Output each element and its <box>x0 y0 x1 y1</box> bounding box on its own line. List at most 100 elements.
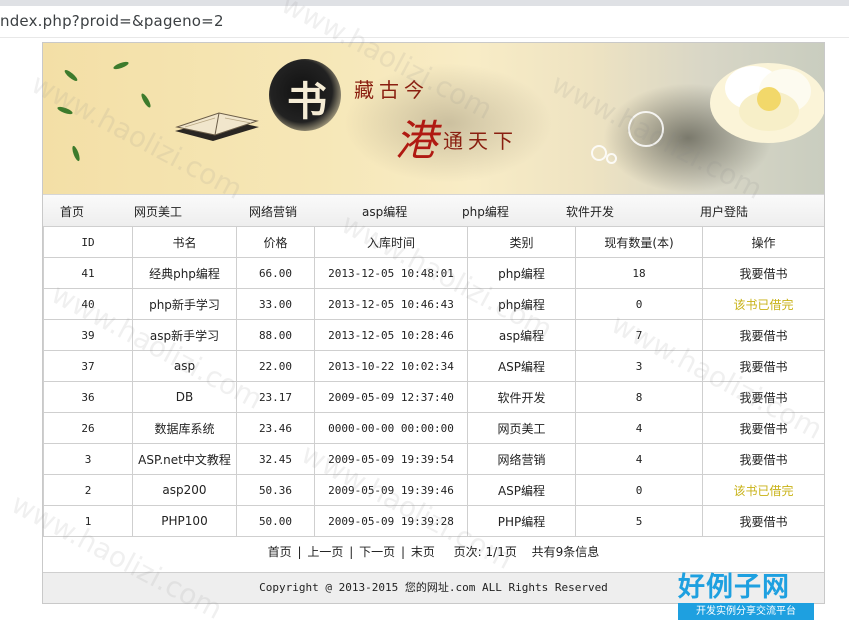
cell-price: 22.00 <box>236 350 315 382</box>
cell-price: 32.45 <box>236 443 315 475</box>
cell-category: php编程 <box>467 288 576 320</box>
cell-price: 66.00 <box>236 257 315 289</box>
nav-item-marketing[interactable]: 网络营销 <box>249 203 297 220</box>
borrow-book-link[interactable]: 我要借书 <box>739 453 787 467</box>
cell-time: 2009-05-09 19:39:28 <box>314 505 468 537</box>
cell-action: 我要借书 <box>702 319 824 351</box>
nav-item-php[interactable]: php编程 <box>462 203 509 220</box>
cell-id: 36 <box>43 381 133 413</box>
borrow-book-link[interactable]: 我要借书 <box>739 329 787 343</box>
column-header-quantity: 现有数量(本) <box>575 226 703 258</box>
cell-action: 我要借书 <box>702 257 824 289</box>
pager-separator: | <box>297 545 302 559</box>
borrow-book-link[interactable]: 我要借书 <box>739 267 787 281</box>
cell-category: 网络营销 <box>467 443 576 475</box>
table-row: 39 asp新手学习 88.00 2013-12-05 10:28:46 asp编程 7 我… <box>43 319 824 351</box>
pager-next[interactable]: 下一页 <box>359 545 395 559</box>
table-row: 40 php新手学习 33.00 2013-12-05 10:46:43 php编程 0 该… <box>43 288 824 320</box>
table-row: 3 ASP.net中文教程 32.45 2009-05-09 19:39:54 网络营销… <box>43 443 824 475</box>
cell-quantity: 4 <box>575 412 703 444</box>
cell-action: 我要借书 <box>702 505 824 537</box>
book-table: ID 书名 价格 入库时间 类别 现有数量(本) 操作 41 经典php编程 66.… <box>43 226 824 537</box>
url-text[interactable]: ndex.php?proid=&pageno=2 <box>0 12 224 30</box>
nav-item-software[interactable]: 软件开发 <box>566 203 614 220</box>
cell-category: ASP编程 <box>467 474 576 506</box>
nav-item-web-design[interactable]: 网页美工 <box>134 203 182 220</box>
cell-quantity: 0 <box>575 474 703 506</box>
pager-first[interactable]: 首页 <box>268 545 292 559</box>
borrow-book-link[interactable]: 我要借书 <box>739 391 787 405</box>
cell-id: 1 <box>43 505 133 537</box>
cell-id: 3 <box>43 443 133 475</box>
cell-id: 2 <box>43 474 133 506</box>
address-bar-divider <box>0 37 849 38</box>
cell-category: 网页美工 <box>467 412 576 444</box>
cell-quantity: 18 <box>575 257 703 289</box>
cell-id: 41 <box>43 257 133 289</box>
cell-book-name: DB <box>132 381 237 413</box>
cell-action: 该书已借完 <box>702 474 824 506</box>
open-book-icon <box>175 112 259 141</box>
leaf-icon <box>56 105 74 116</box>
cell-book-name: ASP.net中文教程 <box>132 443 237 475</box>
bubble-icon <box>591 145 607 161</box>
cell-action: 我要借书 <box>702 350 824 382</box>
banner-slogan-line3: 通天下 <box>443 129 518 153</box>
cell-category: PHP编程 <box>467 505 576 537</box>
cell-quantity: 4 <box>575 443 703 475</box>
cell-book-name: 数据库系统 <box>132 412 237 444</box>
site-banner: 书 藏古今 港 通天下 <box>43 43 824 194</box>
logo-subtitle: 开发实例分享交流平台 <box>678 603 814 620</box>
cell-time: 2013-12-05 10:46:43 <box>314 288 468 320</box>
cell-time: 2009-05-09 19:39:54 <box>314 443 468 475</box>
bubble-icon <box>606 153 617 164</box>
cell-book-name: php新手学习 <box>132 288 237 320</box>
lotus-flower-icon <box>710 63 824 143</box>
cell-action: 我要借书 <box>702 381 824 413</box>
cell-price: 50.36 <box>236 474 315 506</box>
column-header-time: 入库时间 <box>314 226 468 258</box>
banner-slogan-line2: 港 <box>395 116 438 165</box>
cell-price: 88.00 <box>236 319 315 351</box>
browser-address-bar[interactable]: ndex.php?proid=&pageno=2 <box>0 0 849 38</box>
table-row: 41 经典php编程 66.00 2013-12-05 10:48:01 php编程 18… <box>43 257 824 289</box>
borrow-book-link[interactable]: 我要借书 <box>739 515 787 529</box>
cell-time: 2013-12-05 10:48:01 <box>314 257 468 289</box>
table-row: 37 asp 22.00 2013-10-22 10:02:34 ASP编程 3 我要借书 <box>43 350 824 382</box>
pager-prev[interactable]: 上一页 <box>307 545 343 559</box>
table-row: 36 DB 23.17 2009-05-09 12:37:40 软件开发 8 我要借书 <box>43 381 824 413</box>
pager-separator: | <box>349 545 354 559</box>
cell-price: 50.00 <box>236 505 315 537</box>
table-body: 41 经典php编程 66.00 2013-12-05 10:48:01 php编程 18… <box>43 257 824 537</box>
page-container: 书 藏古今 港 通天下 首页 网页美工 网络营销 asp编程 php编程 软件开… <box>42 42 825 604</box>
cell-category: 软件开发 <box>467 381 576 413</box>
cell-quantity: 3 <box>575 350 703 382</box>
sold-out-label: 该书已借完 <box>733 483 794 498</box>
cell-time: 0000-00-00 00:00:00 <box>314 412 468 444</box>
cell-action: 该书已借完 <box>702 288 824 320</box>
nav-item-asp[interactable]: asp编程 <box>362 203 407 220</box>
nav-item-home[interactable]: 首页 <box>60 203 84 220</box>
pager-total-info: 共有9条信息 <box>531 545 600 559</box>
cell-quantity: 0 <box>575 288 703 320</box>
sold-out-label: 该书已借完 <box>733 297 794 312</box>
cell-price: 33.00 <box>236 288 315 320</box>
cell-id: 40 <box>43 288 133 320</box>
leaf-icon <box>112 60 130 71</box>
site-logo-badge: 好例子网 开发实例分享交流平台 <box>674 565 818 623</box>
table-header-row: ID 书名 价格 入库时间 类别 现有数量(本) 操作 <box>43 226 824 258</box>
borrow-book-link[interactable]: 我要借书 <box>739 360 787 374</box>
nav-item-login[interactable]: 用户登陆 <box>700 203 748 220</box>
column-header-name: 书名 <box>132 226 237 258</box>
cell-quantity: 5 <box>575 505 703 537</box>
banner-slogan-line1: 藏古今 <box>354 78 429 102</box>
cell-time: 2013-12-05 10:28:46 <box>314 319 468 351</box>
cell-book-name: 经典php编程 <box>132 257 237 289</box>
table-row: 2 asp200 50.36 2009-05-09 19:39:46 ASP编程 0 该书已… <box>43 474 824 506</box>
borrow-book-link[interactable]: 我要借书 <box>739 422 787 436</box>
pager-last[interactable]: 末页 <box>411 545 435 559</box>
table-row: 1 PHP100 50.00 2009-05-09 19:39:28 PHP编程 5 我要借… <box>43 505 824 537</box>
cell-id: 26 <box>43 412 133 444</box>
cell-action: 我要借书 <box>702 443 824 475</box>
cell-id: 39 <box>43 319 133 351</box>
